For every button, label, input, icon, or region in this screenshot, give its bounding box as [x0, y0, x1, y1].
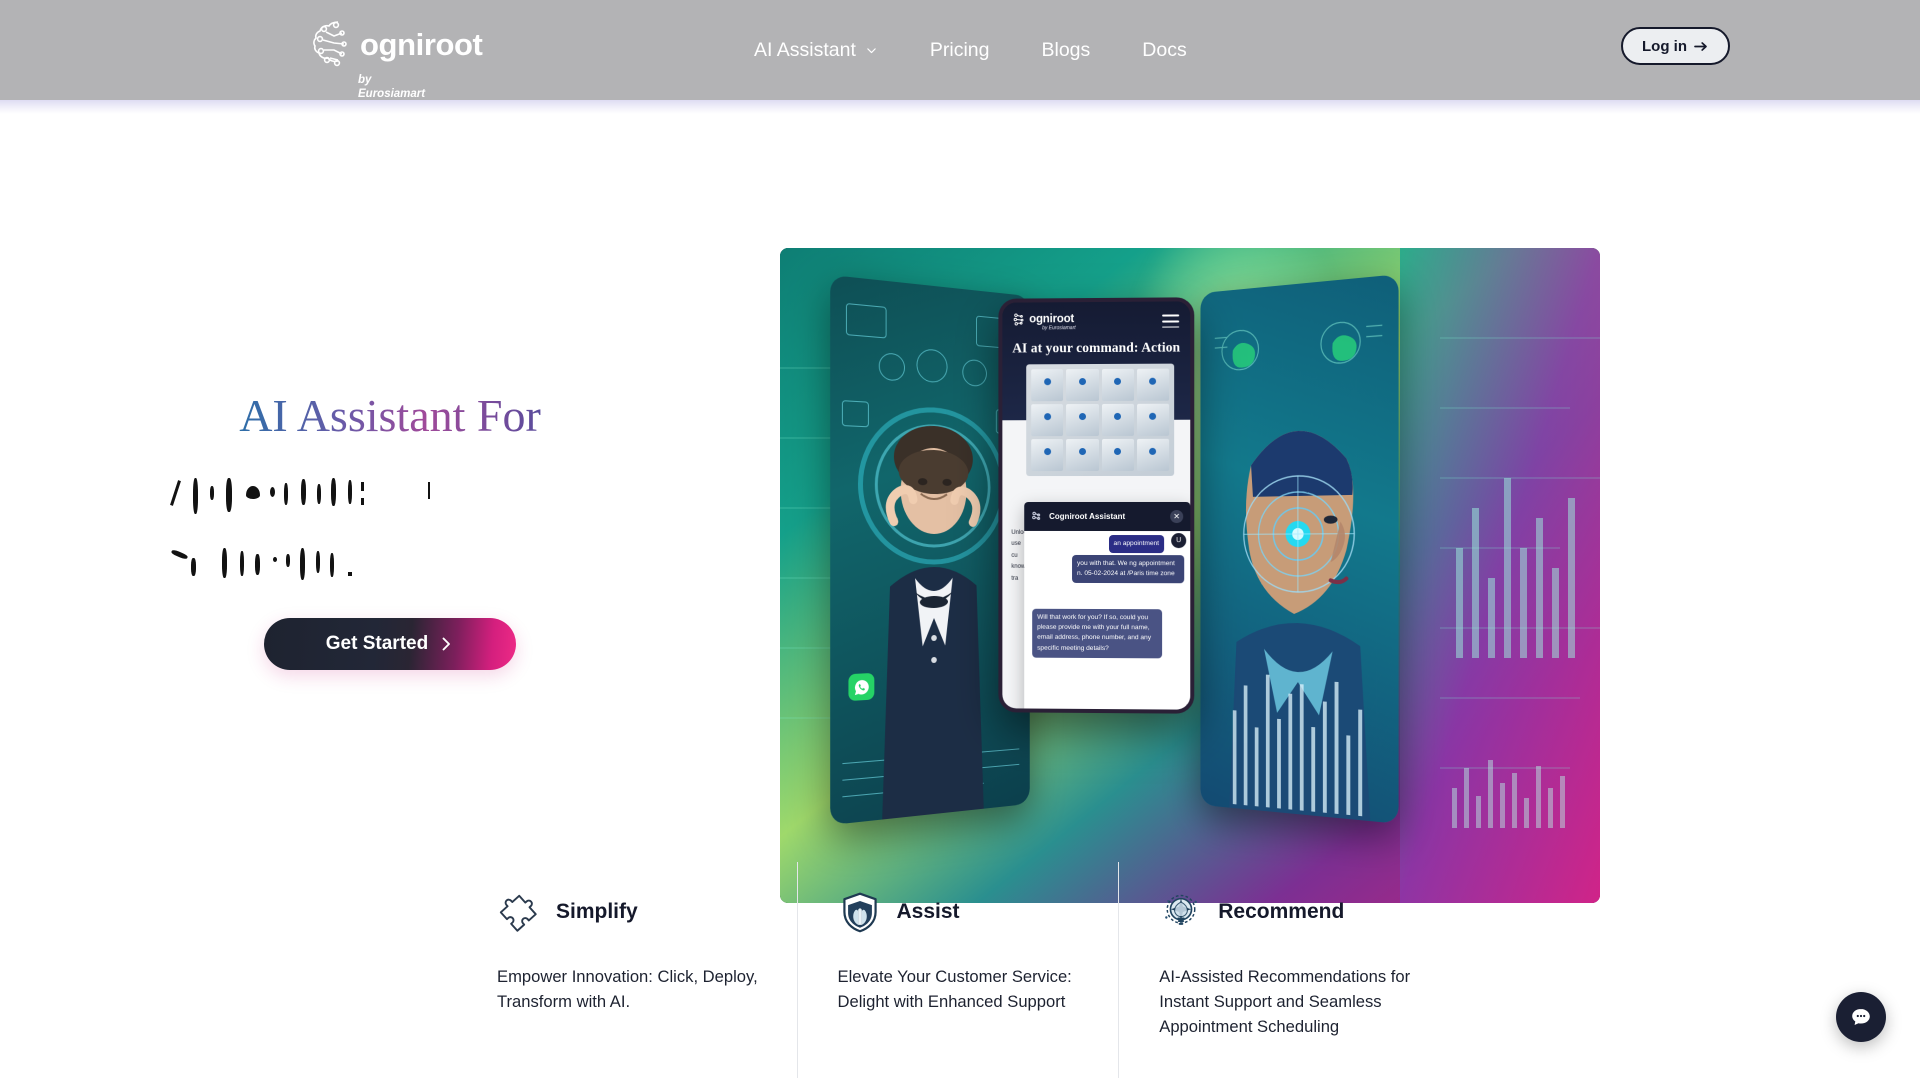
feature-title-recommend: Recommend: [1218, 900, 1345, 923]
close-icon[interactable]: ✕: [1170, 510, 1184, 524]
nav-item-docs[interactable]: Docs: [1116, 31, 1212, 70]
brand-row: ogniroot: [312, 18, 483, 70]
feature-description-assist: Elevate Your Customer Service: Delight w…: [837, 967, 1072, 1012]
main-navigation: AI Assistant Pricing Blogs Docs: [728, 0, 1213, 100]
right-panel-robot-head: [1201, 274, 1399, 822]
puzzle-piece-icon: [499, 894, 537, 932]
cogniroot-neural-logo-icon: [313, 21, 347, 67]
brand-byline: by Eurosiamart: [358, 73, 425, 101]
feature-card-assist: Assist Elevate Your Customer Service: De…: [796, 862, 1119, 1078]
get-started-button[interactable]: Get Started: [264, 617, 516, 670]
phone-headline: AI at your command: Action: [1012, 339, 1181, 356]
site-header: ogniroot by Eurosiamart AI Assistant Pri…: [0, 0, 1920, 114]
phone-brand-word: ogniroot: [1029, 313, 1075, 326]
phone-cogniroot-logo-icon: [1012, 311, 1028, 327]
avatar: U: [1171, 533, 1187, 549]
phone-brand-byline: by Eurosiamart: [1042, 325, 1076, 332]
chat-title: Cogniroot Assistant: [1049, 511, 1126, 522]
nav-item-blogs[interactable]: Blogs: [1016, 31, 1117, 70]
hero-typewriter-animation: [160, 468, 620, 588]
login-button[interactable]: Log in: [1621, 27, 1730, 65]
hero-artwork: ogniroot by Eurosiamart AI at your comma…: [780, 248, 1600, 903]
chevron-down-icon: [867, 47, 876, 53]
chat-message-list: an appointment U you with that. We ng ap…: [1024, 531, 1190, 714]
nav-item-pricing[interactable]: Pricing: [904, 31, 1016, 70]
feature-description-simplify: Empower Innovation: Click, Deploy, Trans…: [497, 967, 758, 1012]
nav-label-pricing: Pricing: [929, 38, 990, 61]
feature-header: Assist: [838, 890, 1119, 934]
feature-card-simplify: Simplify Empower Innovation: Click, Depl…: [480, 862, 797, 1078]
hero-copy: AI Assistant For Get Started: [0, 390, 780, 670]
lightbulb-compass-icon: [1165, 894, 1198, 925]
chat-message-bot-2: Will that work for you? If so, could you…: [1032, 608, 1163, 659]
feature-title-assist: Assist: [896, 900, 960, 923]
brand-wordmark: ogniroot: [360, 26, 483, 62]
chat-header: Cogniroot Assistant ✕: [1024, 501, 1191, 532]
artwork-right-panel: [1200, 274, 1399, 824]
nav-label-docs: Docs: [1142, 38, 1187, 61]
artwork-phone-mockup: ogniroot by Eurosiamart AI at your comma…: [998, 297, 1195, 714]
phone-chat-widget: Cogniroot Assistant ✕ an appointment U y…: [1024, 501, 1191, 714]
chevron-right-icon: [442, 637, 451, 650]
feature-description-recommend: AI-Assisted Recommendations for Instant …: [1159, 967, 1411, 1037]
hamburger-icon[interactable]: [1162, 314, 1180, 332]
nav-item-ai-assistant[interactable]: AI Assistant: [728, 31, 904, 70]
chat-message-bot-1: you with that. We ng appointment n. 05-0…: [1072, 554, 1185, 584]
shield-hands-icon: [842, 892, 877, 933]
nav-label-blogs: Blogs: [1041, 38, 1091, 61]
feature-card-recommend: Recommend AI-Assisted Recommendations fo…: [1118, 862, 1440, 1078]
nav-label-ai-assistant: AI Assistant: [754, 38, 856, 61]
whatsapp-icon: [848, 672, 875, 702]
page-title: AI Assistant For: [239, 390, 541, 441]
get-started-label: Get Started: [325, 632, 429, 654]
feature-title-simplify: Simplify: [556, 900, 638, 923]
brand-logo[interactable]: ogniroot by Eurosiamart: [312, 18, 483, 101]
header-gradient-underline: [0, 100, 1920, 114]
chat-logo-icon: [1031, 510, 1044, 523]
login-button-label: Log in: [1642, 37, 1687, 55]
feature-header: Simplify: [497, 890, 797, 934]
phone-feature-grid: [1026, 363, 1175, 477]
brand-by-label: by: [358, 74, 372, 86]
brand-parent-company: Eurosiamart: [358, 88, 426, 101]
chat-bubble-dots-icon: [1852, 1009, 1870, 1025]
feature-list: Simplify Empower Innovation: Click, Depl…: [0, 862, 1920, 1078]
chat-widget-button[interactable]: [1836, 992, 1886, 1042]
hero-section: AI Assistant For Get Started ogniroot by…: [0, 100, 1920, 903]
arrow-right-icon: [1694, 41, 1707, 51]
chat-message-user: an appointment: [1108, 535, 1165, 554]
feature-header: Recommend: [1159, 890, 1440, 934]
